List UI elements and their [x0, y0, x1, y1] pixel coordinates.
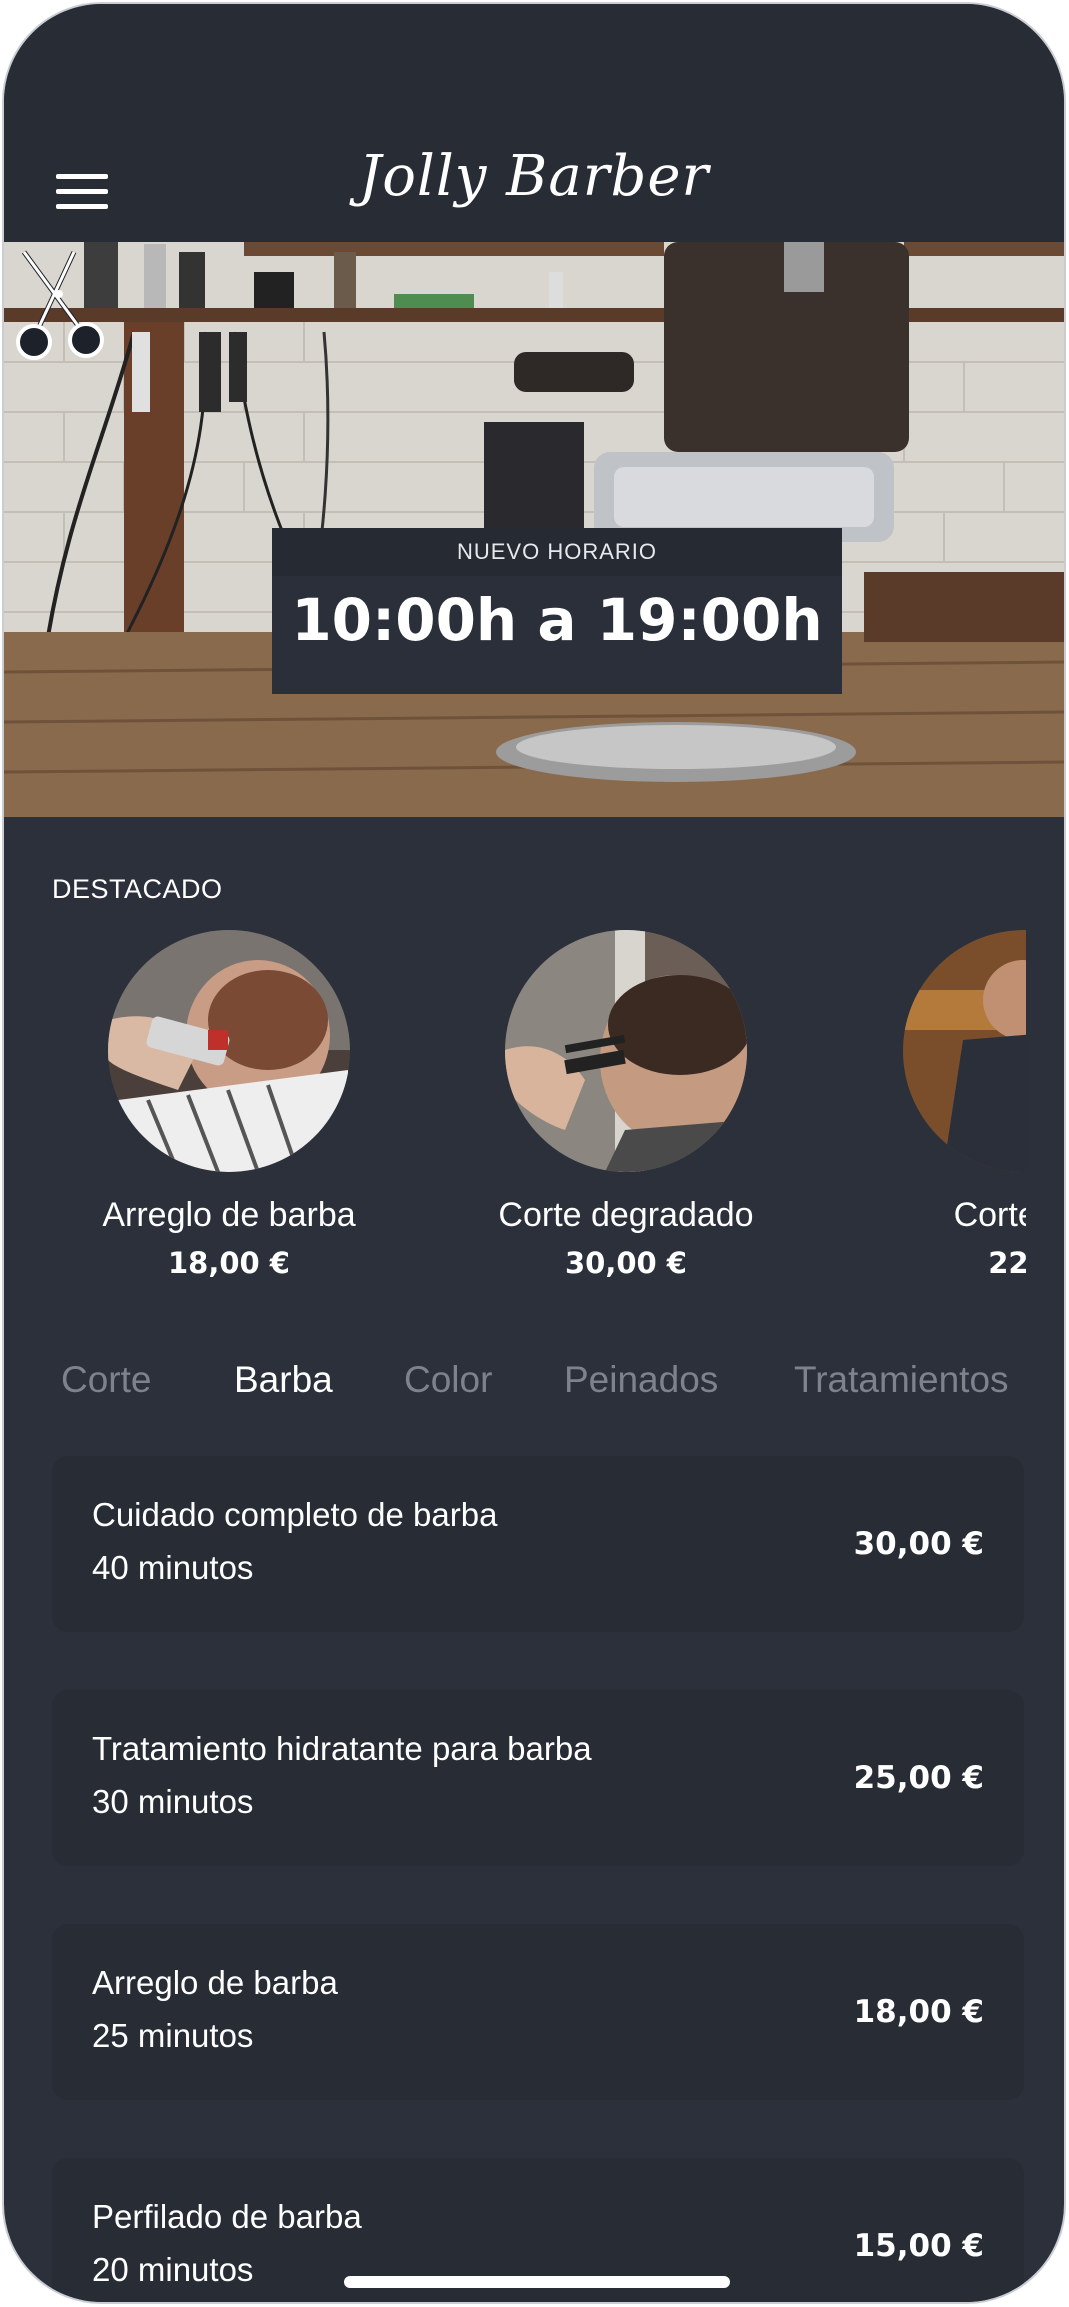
- service-duration: 25 minutos: [92, 2017, 254, 2054]
- featured-name: Corte + p: [953, 1196, 1026, 1234]
- service-price: 25,00 €: [853, 1760, 984, 1796]
- schedule-banner: NUEVO HORARIO 10:00h a 19:00h: [272, 528, 842, 694]
- tab-tratamientos[interactable]: Tratamientos: [794, 1359, 1009, 1401]
- category-tabs: Corte Barba Color Peinados Tratamientos: [4, 1359, 1064, 1419]
- scissors-icon: [16, 250, 104, 360]
- service-price: 18,00 €: [853, 1994, 984, 2030]
- featured-section-title: DESTACADO: [52, 874, 223, 904]
- service-card[interactable]: Cuidado completo de barba 40 minutos 30,…: [52, 1456, 1024, 1632]
- featured-photo-beard-trim: [108, 930, 350, 1172]
- service-duration: 40 minutos: [92, 1549, 254, 1586]
- schedule-label: NUEVO HORARIO: [272, 528, 842, 576]
- featured-name: Arreglo de barba: [102, 1196, 356, 1234]
- tab-color[interactable]: Color: [404, 1359, 492, 1401]
- featured-price: 18,00 €: [167, 1246, 290, 1280]
- featured-card-beard-trim[interactable]: Arreglo de barba 18,00 €: [59, 924, 399, 1294]
- featured-card-cut-plus[interactable]: Corte + p 22,0: [854, 924, 1026, 1294]
- featured-photo-fade-cut: [505, 930, 747, 1172]
- featured-price: 22,0: [988, 1246, 1026, 1280]
- service-card[interactable]: Arreglo de barba 25 minutos 18,00 €: [52, 1924, 1024, 2100]
- tab-barba[interactable]: Barba: [234, 1359, 333, 1401]
- brand-logo: Jolly Barber: [358, 144, 710, 209]
- service-duration: 30 minutos: [92, 1783, 254, 1820]
- service-price: 15,00 €: [853, 2228, 984, 2264]
- app-header: Jolly Barber: [4, 4, 1064, 242]
- featured-name: Corte degradado: [498, 1196, 754, 1234]
- featured-photo-cut-plus: [903, 930, 1026, 1172]
- hero-banner: NUEVO HORARIO 10:00h a 19:00h: [4, 242, 1064, 817]
- featured-price: 30,00 €: [564, 1246, 687, 1280]
- service-name: Cuidado completo de barba: [92, 1496, 498, 1533]
- tab-peinados[interactable]: Peinados: [564, 1359, 718, 1401]
- service-name: Tratamiento hidratante para barba: [92, 1730, 592, 1767]
- featured-carousel[interactable]: Arreglo de barba 18,00 € Corte degradado: [4, 924, 1026, 1294]
- tab-corte[interactable]: Corte: [61, 1359, 151, 1401]
- service-name: Perfilado de barba: [92, 2198, 362, 2235]
- service-price: 30,00 €: [853, 1526, 984, 1562]
- service-duration: 20 minutos: [92, 2251, 254, 2288]
- featured-card-fade-cut[interactable]: Corte degradado 30,00 €: [456, 924, 796, 1294]
- phone-screen: Jolly Barber NUEVO HORARIO 10:00h a 19:0…: [2, 2, 1066, 2304]
- schedule-hours: 10:00h a 19:00h: [291, 586, 823, 654]
- service-card[interactable]: Tratamiento hidratante para barba 30 min…: [52, 1690, 1024, 1866]
- home-indicator[interactable]: [344, 2276, 730, 2288]
- service-name: Arreglo de barba: [92, 1964, 338, 2001]
